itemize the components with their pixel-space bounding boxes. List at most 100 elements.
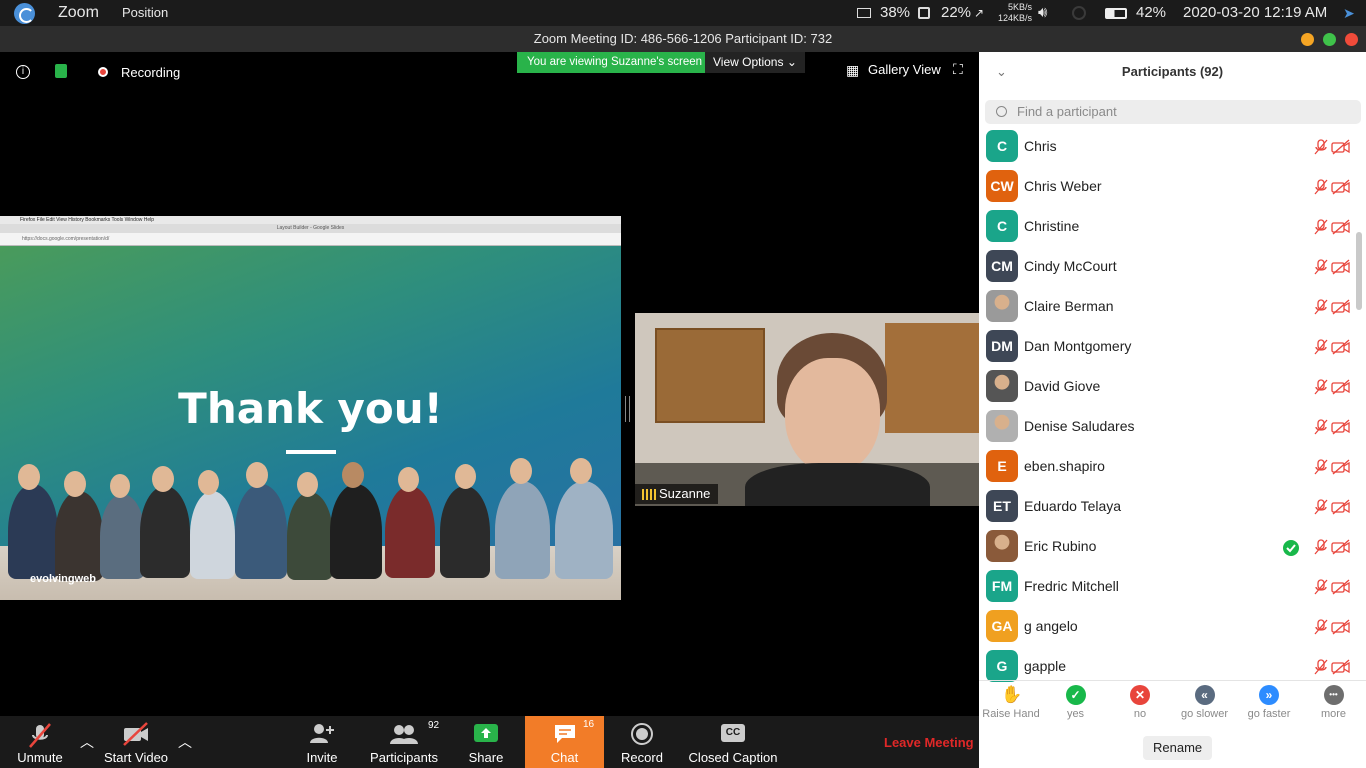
gallery-view-button[interactable]: Gallery View <box>868 62 941 77</box>
splitter-handle[interactable] <box>625 396 630 422</box>
video-off-icon[interactable] <box>1331 339 1351 360</box>
microphone-muted-icon[interactable] <box>1313 299 1329 320</box>
participant-row[interactable]: CW Chris Weber <box>979 167 1366 207</box>
participant-row[interactable]: Eric Rubino <box>979 527 1366 567</box>
view-options-button[interactable]: View Options ⌄ <box>705 52 805 73</box>
video-off-icon[interactable] <box>1331 259 1351 280</box>
record-button[interactable]: Record <box>616 716 668 768</box>
video-off-icon[interactable] <box>1331 459 1351 480</box>
share-button[interactable]: Share <box>462 716 510 768</box>
feedback-button[interactable]: ••• more <box>1302 681 1366 720</box>
participant-row[interactable]: DM Dan Montgomery <box>979 327 1366 367</box>
video-off-icon[interactable] <box>1331 179 1351 200</box>
feedback-label: go faster <box>1247 708 1291 720</box>
microphone-muted-icon[interactable] <box>1313 379 1329 400</box>
participant-row[interactable]: CM Cindy McCourt <box>979 247 1366 287</box>
microphone-muted-icon[interactable] <box>1313 499 1329 520</box>
participant-row[interactable]: C Christine <box>979 207 1366 247</box>
record-icon <box>631 723 653 745</box>
participant-row[interactable]: David Giove <box>979 367 1366 407</box>
volume-icon[interactable]: 🔊︎ <box>1038 0 1047 26</box>
maximize-button[interactable] <box>1323 33 1336 46</box>
invite-button[interactable]: Invite <box>298 716 346 768</box>
unmute-button[interactable]: Unmute <box>10 716 70 768</box>
memory-icon <box>857 8 871 18</box>
video-off-icon[interactable] <box>1331 299 1351 320</box>
feedback-button[interactable]: ✓ yes <box>1044 681 1108 720</box>
menu-position[interactable]: Position <box>122 0 168 26</box>
encryption-lock-icon[interactable] <box>55 64 67 78</box>
microphone-muted-icon[interactable] <box>1313 219 1329 240</box>
participants-button[interactable]: 92 Participants <box>366 716 442 768</box>
feedback-button[interactable]: » go faster <box>1237 681 1301 720</box>
start-video-label: Start Video <box>103 750 169 765</box>
feedback-button[interactable]: « go slower <box>1173 681 1237 720</box>
participant-list-scrollbar[interactable] <box>1356 232 1362 310</box>
chat-button[interactable]: 16 Chat <box>525 716 604 768</box>
participant-avatar: CM <box>986 250 1018 282</box>
participant-list[interactable]: C Chris CW Chris Weber C Christine CM Cindy McC… <box>979 127 1366 714</box>
feedback-label: more <box>1320 708 1347 720</box>
microphone-muted-icon <box>29 723 51 748</box>
leave-meeting-button[interactable]: Leave Meeting <box>884 735 974 750</box>
participant-avatar: C <box>986 210 1018 242</box>
find-participant-placeholder: Find a participant <box>1017 104 1117 119</box>
search-icon[interactable] <box>1072 6 1086 20</box>
microphone-muted-icon[interactable] <box>1313 539 1329 560</box>
microphone-muted-icon[interactable] <box>1313 179 1329 200</box>
participants-panel-title: Participants (92) <box>1121 64 1224 79</box>
participant-row[interactable]: FM Fredric Mitchell <box>979 567 1366 607</box>
video-off-icon[interactable] <box>1331 539 1351 560</box>
audio-options-chevron-up-icon[interactable]: ︿ <box>78 716 96 768</box>
feedback-label: yes <box>1066 708 1085 720</box>
participant-video-tile[interactable]: Suzanne <box>635 313 979 506</box>
video-off-icon[interactable] <box>1331 499 1351 520</box>
participant-row[interactable]: GA g angelo <box>979 607 1366 647</box>
info-icon[interactable]: i <box>16 65 30 79</box>
participant-row[interactable]: Claire Berman <box>979 287 1366 327</box>
feedback-button[interactable]: ✕ no <box>1108 681 1172 720</box>
minimize-button[interactable] <box>1301 33 1314 46</box>
microphone-muted-icon[interactable] <box>1313 419 1329 440</box>
video-off-icon[interactable] <box>1331 579 1351 600</box>
gallery-view-icon[interactable]: ▦ <box>846 62 859 79</box>
send-icon[interactable]: ➤ <box>1343 0 1355 26</box>
participant-row[interactable]: ET Eduardo Telaya <box>979 487 1366 527</box>
find-participant-input[interactable]: Find a participant <box>985 100 1361 124</box>
video-off-icon[interactable] <box>1331 139 1351 160</box>
microphone-muted-icon[interactable] <box>1313 659 1329 680</box>
microphone-muted-icon[interactable] <box>1313 339 1329 360</box>
video-off-icon[interactable] <box>1331 659 1351 680</box>
viewing-screen-banner: You are viewing Suzanne's screen <box>517 52 713 73</box>
participant-name: Chris Weber <box>1024 178 1102 194</box>
rename-button[interactable]: Rename <box>1143 736 1213 760</box>
share-label: Share <box>468 750 504 765</box>
participant-row[interactable]: Eeben.shapiro <box>979 447 1366 487</box>
app-logo-icon[interactable] <box>14 3 35 24</box>
microphone-muted-icon[interactable] <box>1313 259 1329 280</box>
net-up: 5KB/s <box>1007 2 1032 12</box>
participant-name: Christine <box>1024 218 1080 234</box>
closed-caption-button[interactable]: CC Closed Caption <box>686 716 780 768</box>
microphone-muted-icon[interactable] <box>1313 459 1329 480</box>
fullscreen-icon[interactable]: ⛶ <box>953 61 963 78</box>
video-off-icon[interactable] <box>1331 379 1351 400</box>
microphone-muted-icon[interactable] <box>1313 579 1329 600</box>
participant-row[interactable]: Denise Saludares <box>979 407 1366 447</box>
microphone-muted-icon[interactable] <box>1313 619 1329 640</box>
start-video-button[interactable]: Start Video <box>100 716 172 768</box>
close-button[interactable] <box>1345 33 1358 46</box>
app-name[interactable]: Zoom <box>58 0 99 26</box>
closed-caption-label: Closed Caption <box>688 750 778 765</box>
meeting-title-bar: Zoom Meeting ID: 486-566-1206 Participan… <box>0 26 1366 52</box>
clock[interactable]: 2020-03-20 12:19 AM <box>1183 0 1327 26</box>
participant-row[interactable]: C Chris <box>979 127 1366 167</box>
video-options-chevron-up-icon[interactable]: ︿ <box>176 716 194 768</box>
video-off-icon[interactable] <box>1331 219 1351 240</box>
microphone-muted-icon[interactable] <box>1313 139 1329 160</box>
recording-label[interactable]: Recording <box>121 65 180 80</box>
feedback-button[interactable]: ✋ Raise Hand <box>979 681 1043 720</box>
video-off-icon[interactable] <box>1331 619 1351 640</box>
video-off-icon[interactable] <box>1331 419 1351 440</box>
record-label: Record <box>621 750 663 765</box>
